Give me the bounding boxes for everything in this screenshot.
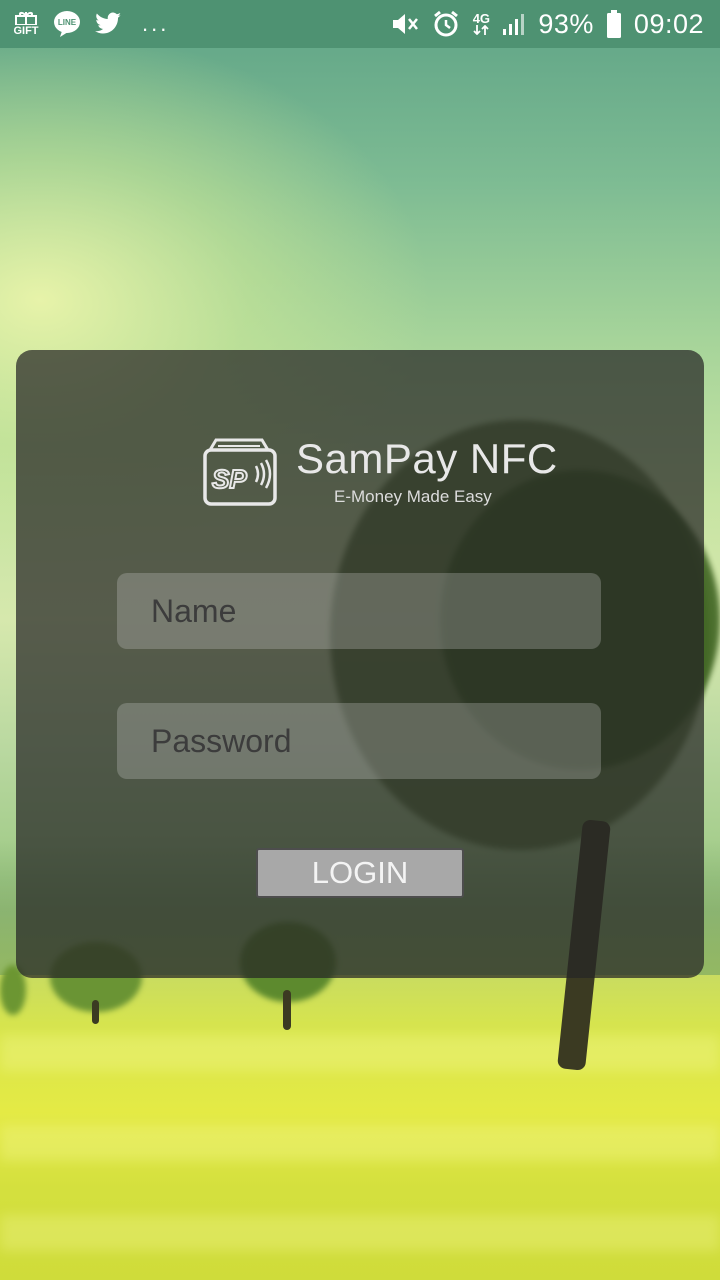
login-card: SP SamPay NFC E-Money Made Easy Name Pas… xyxy=(16,350,704,978)
svg-text:LINE: LINE xyxy=(58,18,77,27)
clock: 09:02 xyxy=(633,8,704,39)
more-icon: ... xyxy=(142,11,170,36)
line-icon: LINE xyxy=(52,10,82,38)
status-bar: GIFT LINE ... 4G 93% 09:02 xyxy=(0,0,720,48)
signal-icon xyxy=(502,12,526,36)
mute-icon xyxy=(390,11,420,37)
grass-field xyxy=(0,975,720,1280)
brand-tagline: E-Money Made Easy xyxy=(334,487,492,506)
password-placeholder: Password xyxy=(151,722,292,759)
name-placeholder: Name xyxy=(151,592,237,629)
battery-icon xyxy=(606,10,622,38)
password-input[interactable]: Password xyxy=(117,703,601,779)
app-logo: SP SamPay NFC E-Money Made Easy xyxy=(202,436,558,508)
twitter-icon xyxy=(94,12,122,36)
login-button[interactable]: LOGIN xyxy=(256,848,464,898)
name-input[interactable]: Name xyxy=(117,573,601,649)
svg-text:SP: SP xyxy=(212,464,247,494)
wallet-nfc-icon: SP xyxy=(203,438,277,506)
gift-icon: GIFT xyxy=(12,11,40,37)
battery-percent: 93% xyxy=(538,8,594,39)
network-4g-icon: 4G xyxy=(472,12,490,35)
alarm-icon xyxy=(432,10,460,38)
brand-name: SamPay NFC xyxy=(296,435,558,482)
